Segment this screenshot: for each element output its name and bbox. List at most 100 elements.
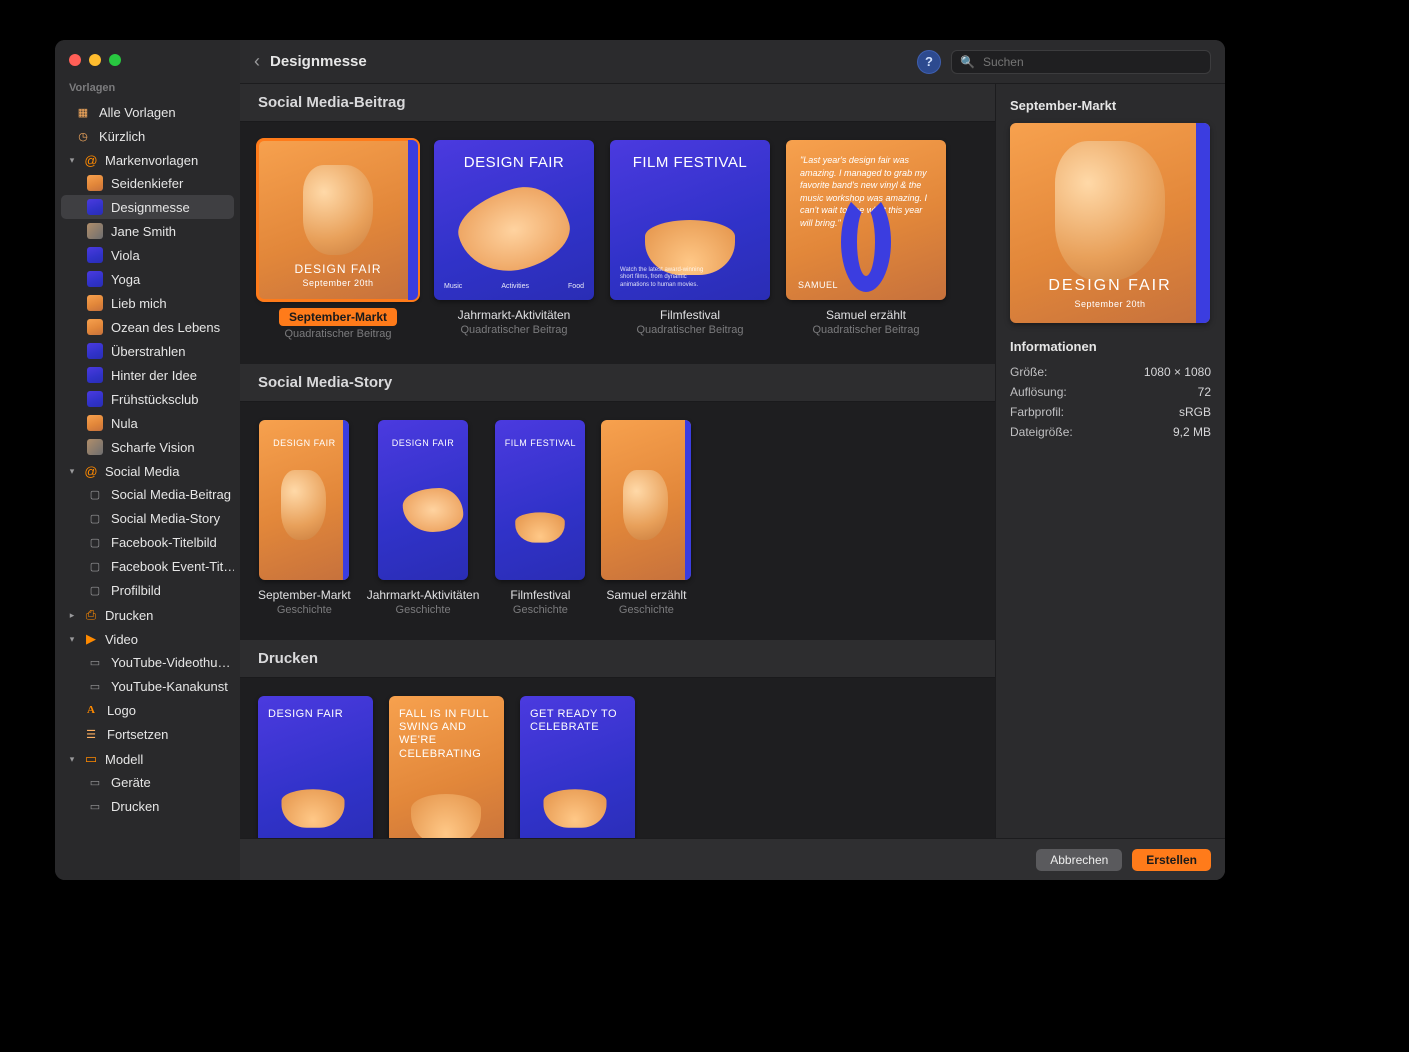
- sidebar-item[interactable]: ▢Facebook Event-Tit…: [61, 554, 234, 578]
- template-card[interactable]: DESIGN FAIRMusicActivitiesFoodJahrmarkt-…: [434, 140, 594, 340]
- sidebar-item[interactable]: ▭YouTube-Videothu…: [61, 650, 234, 674]
- template-preview[interactable]: FALL IS IN FULL SWING AND WE'RE CELEBRAT…: [389, 696, 504, 838]
- inspector-panel: September-Markt DESIGN FAIR September 20…: [995, 84, 1225, 838]
- template-preview[interactable]: DESIGN FAIRMusicActivitiesFood: [434, 140, 594, 300]
- sidebar-item[interactable]: ▭Drucken: [61, 794, 234, 818]
- sidebar-group-model[interactable]: ▾ ▭ Modell: [61, 748, 234, 770]
- sidebar-item-label: Facebook-Titelbild: [111, 535, 217, 550]
- info-row: Dateigröße: 9,2 MB: [1010, 422, 1211, 442]
- template-preview[interactable]: FILM FESTIVAL: [495, 420, 585, 580]
- template-card[interactable]: Samuel erzähltGeschichte: [601, 420, 691, 616]
- sidebar-item[interactable]: Designmesse: [61, 195, 234, 219]
- sidebar-item[interactable]: ▭Geräte: [61, 770, 234, 794]
- sidebar-item[interactable]: Nula: [61, 411, 234, 435]
- sidebar-item-label: Überstrahlen: [111, 344, 185, 359]
- sidebar-item[interactable]: Lieb mich: [61, 291, 234, 315]
- search-input[interactable]: [981, 54, 1202, 70]
- brand-thumbnail: [87, 247, 103, 263]
- template-preview[interactable]: [601, 420, 691, 580]
- brand-thumbnail: [87, 271, 103, 287]
- video-icon: ▶: [83, 631, 99, 647]
- type-icon: ▢: [87, 558, 103, 574]
- type-icon: ▢: [87, 534, 103, 550]
- info-value: 72: [1198, 385, 1211, 399]
- sidebar-item-label: Profilbild: [111, 583, 161, 598]
- sidebar-item[interactable]: Frühstücksclub: [61, 387, 234, 411]
- sidebar-group-brand-templates[interactable]: ▾ @ Markenvorlagen: [61, 150, 234, 171]
- sidebar-item-recent[interactable]: ◷ Kürzlich: [61, 124, 234, 148]
- sidebar-item[interactable]: Viola: [61, 243, 234, 267]
- sidebar-item-all-templates[interactable]: ▦ Alle Vorlagen: [61, 100, 234, 124]
- template-card[interactable]: FILM FESTIVALFilmfestivalGeschichte: [495, 420, 585, 616]
- template-subtitle: Quadratischer Beitrag: [285, 328, 392, 340]
- sidebar-item-label: Hinter der Idee: [111, 368, 197, 383]
- sidebar-item-logo[interactable]: A Logo: [61, 698, 234, 722]
- info-value: sRGB: [1179, 405, 1211, 419]
- help-button[interactable]: ?: [917, 50, 941, 74]
- minimize-window-button[interactable]: [89, 54, 101, 66]
- grid-icon: ▦: [75, 104, 91, 120]
- template-card[interactable]: FALL IS IN FULL SWING AND WE'RE CELEBRAT…: [389, 696, 504, 838]
- search-field[interactable]: 🔍: [951, 50, 1211, 74]
- sidebar-group-video[interactable]: ▾ ▶ Video: [61, 628, 234, 650]
- template-card[interactable]: "Last year's design fair was amazing. I …: [786, 140, 946, 340]
- sidebar-group-social-media[interactable]: ▾ @ Social Media: [61, 461, 234, 482]
- info-value: 9,2 MB: [1173, 425, 1211, 439]
- sidebar-item[interactable]: Seidenkiefer: [61, 171, 234, 195]
- template-card[interactable]: GET READY TO CELEBRATE: [520, 696, 635, 838]
- template-preview[interactable]: DESIGN FAIRSeptember 20th: [258, 140, 418, 300]
- back-button[interactable]: ‹: [254, 51, 260, 72]
- template-card[interactable]: FILM FESTIVALWatch the latest award-winn…: [610, 140, 770, 340]
- sidebar-item[interactable]: Hinter der Idee: [61, 363, 234, 387]
- at-icon: @: [83, 464, 99, 479]
- template-preview[interactable]: FILM FESTIVALWatch the latest award-winn…: [610, 140, 770, 300]
- template-subtitle: Geschichte: [619, 604, 674, 616]
- sidebar-item[interactable]: ▭YouTube-Kanakunst: [61, 674, 234, 698]
- create-button[interactable]: Erstellen: [1132, 849, 1211, 871]
- sidebar-item-label: Ozean des Lebens: [111, 320, 220, 335]
- sidebar-item[interactable]: Scharfe Vision: [61, 435, 234, 459]
- type-icon: ▢: [87, 486, 103, 502]
- template-preview[interactable]: DESIGN FAIR: [259, 420, 349, 580]
- template-card[interactable]: DESIGN FAIRSeptember-MarktGeschichte: [258, 420, 351, 616]
- info-key: Dateigröße:: [1010, 425, 1073, 439]
- sidebar-item[interactable]: ▢ Profilbild: [61, 578, 234, 602]
- group-label: Modell: [105, 752, 143, 767]
- template-preview[interactable]: "Last year's design fair was amazing. I …: [786, 140, 946, 300]
- brand-thumbnail: [87, 439, 103, 455]
- chevron-right-icon: ▸: [67, 610, 77, 621]
- template-title: September-Markt: [258, 588, 351, 602]
- template-title: Filmfestival: [510, 588, 570, 602]
- sidebar-item[interactable]: ▢Social Media-Beitrag: [61, 482, 234, 506]
- sidebar-item[interactable]: Yoga: [61, 267, 234, 291]
- info-value: 1080 × 1080: [1144, 365, 1211, 379]
- sidebar-item[interactable]: Überstrahlen: [61, 339, 234, 363]
- cancel-button[interactable]: Abbrechen: [1036, 849, 1122, 871]
- zoom-window-button[interactable]: [109, 54, 121, 66]
- brand-thumbnail: [87, 391, 103, 407]
- type-icon: ▢: [87, 582, 103, 598]
- sidebar-item-label: Kürzlich: [99, 129, 145, 144]
- template-preview[interactable]: DESIGN FAIR: [258, 696, 373, 838]
- template-card[interactable]: DESIGN FAIR: [258, 696, 373, 838]
- sidebar-item[interactable]: Jane Smith: [61, 219, 234, 243]
- sidebar-item[interactable]: Ozean des Lebens: [61, 315, 234, 339]
- template-subtitle: Geschichte: [396, 604, 451, 616]
- template-card[interactable]: DESIGN FAIRSeptember 20thSeptember-Markt…: [258, 140, 418, 340]
- template-preview[interactable]: GET READY TO CELEBRATE: [520, 696, 635, 838]
- brand-thumbnail: [87, 199, 103, 215]
- sidebar: Vorlagen ▦ Alle Vorlagen ◷ Kürzlich ▾ @ …: [55, 40, 240, 880]
- template-chooser-window: Vorlagen ▦ Alle Vorlagen ◷ Kürzlich ▾ @ …: [55, 40, 1225, 880]
- info-key: Größe:: [1010, 365, 1047, 379]
- sidebar-item[interactable]: ▢Social Media-Story: [61, 506, 234, 530]
- inspector-title: September-Markt: [1010, 98, 1211, 113]
- sidebar-item[interactable]: ▢ Facebook-Titelbild: [61, 530, 234, 554]
- close-window-button[interactable]: [69, 54, 81, 66]
- sidebar-group-print[interactable]: ▸ ⎙ Drucken: [61, 604, 234, 626]
- template-preview[interactable]: DESIGN FAIR: [378, 420, 468, 580]
- sidebar-item-label: Designmesse: [111, 200, 190, 215]
- template-gallery[interactable]: Social Media-BeitragDESIGN FAIRSeptember…: [240, 84, 995, 838]
- template-title: Jahrmarkt-Aktivitäten: [367, 588, 480, 602]
- template-card[interactable]: DESIGN FAIR Jahrmarkt-Aktivitäten Geschich…: [367, 420, 480, 616]
- sidebar-item-resume[interactable]: ☰ Fortsetzen: [61, 722, 234, 746]
